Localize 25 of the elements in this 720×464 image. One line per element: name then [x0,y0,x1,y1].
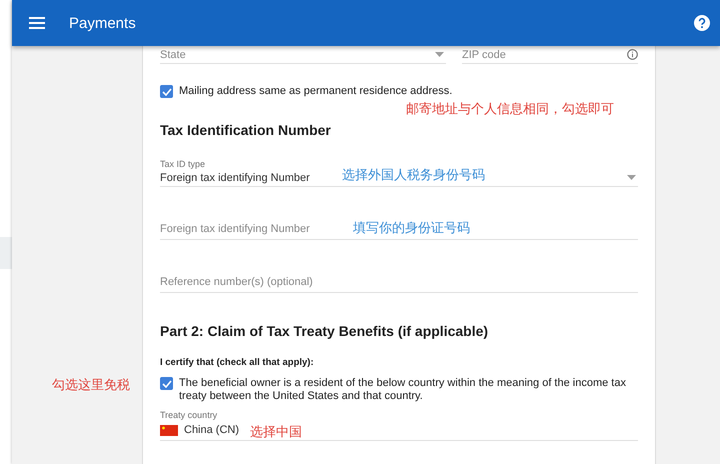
caret-icon [627,175,636,180]
zip-field[interactable]: ZIP code [462,46,638,64]
checkbox-label: The beneficial owner is a resident of the below country within the meaning of the income tax treaty between the United States and that country. [179,377,627,403]
field-label: Tax ID type [160,159,206,169]
annotation-text: 邮寄地址与个人信息相同，勾选即可 [406,101,615,117]
checkbox[interactable] [160,85,173,98]
treaty-country-dropdown[interactable]: China (CN) [160,424,240,436]
section-heading: Part 2: Claim of Tax Treaty Benefits (if applicable) [160,323,490,339]
state-dropdown[interactable]: State [160,46,446,64]
annotation-text: 选择中国 [250,423,302,441]
checkbox[interactable] [160,377,173,390]
checkbox-label: Mailing address same as permanent residence address. [179,85,452,98]
section-heading: Tax Identification Number [160,122,332,138]
field-label: Treaty country [160,410,218,420]
info-icon [627,49,638,60]
annotation-text: 勾选这里免税 [52,376,130,394]
flag-icon [160,424,178,436]
annotation-text: 填写你的身份证号码 [353,219,470,237]
certify-label: I certify that (check all that apply): [160,357,315,368]
app-title: Payments [69,14,137,32]
menu-icon[interactable] [29,17,45,29]
help-icon[interactable] [694,15,710,31]
caret-icon [435,52,444,57]
reference-field[interactable]: Reference number(s) (optional) [160,272,638,293]
annotation-text: 选择外国人税务身份号码 [342,166,485,184]
